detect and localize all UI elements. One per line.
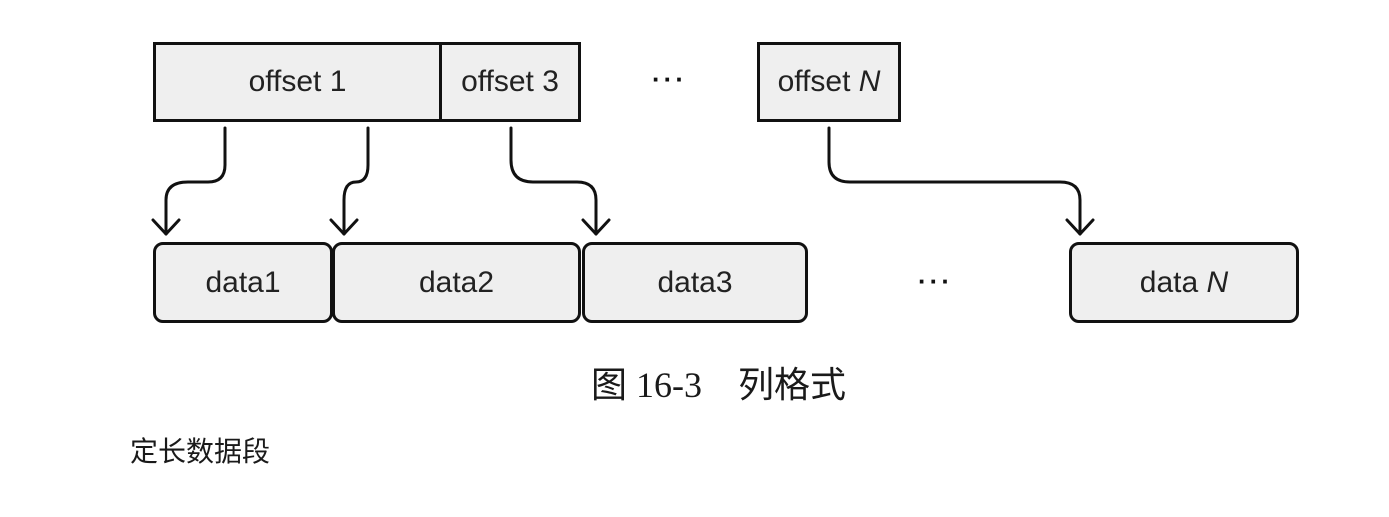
offset-box-n-label: offset N <box>778 65 881 99</box>
offset-box-3: offset 3 <box>439 42 581 122</box>
figure-number: 图 16-3 <box>590 365 702 405</box>
arrow-offsetN-to-dataN <box>827 126 1095 236</box>
figure-title: 列格式 <box>737 365 846 405</box>
arrow-offset3-to-data3 <box>509 126 611 236</box>
column-format-diagram: offset 1 offset 3 ··· offset N data1 dat… <box>0 0 1389 340</box>
data-box-2-label: data2 <box>418 265 495 299</box>
data-ellipsis: ··· <box>918 266 953 296</box>
data-box-n: data N <box>1069 242 1299 323</box>
data-box-n-variable: N <box>1206 265 1229 299</box>
data-box-1: data1 <box>153 242 333 323</box>
offset-box-1: offset 1 <box>153 42 442 122</box>
offset-ellipsis: ··· <box>652 64 687 94</box>
arrow-offset1-to-data1 <box>151 126 227 236</box>
offset-box-3-label: offset 3 <box>461 65 559 98</box>
data-box-2: data2 <box>332 242 581 323</box>
offset-box-n-text: offset <box>777 65 859 98</box>
data-box-3-label: data3 <box>657 265 733 299</box>
data-box-n-text: data <box>1139 265 1207 299</box>
data-box-1-label: data1 <box>205 265 281 299</box>
figure-caption: 图 16-3 列格式 <box>0 356 1389 408</box>
data-box-n-label: data N <box>1140 266 1228 300</box>
arrow-offset1-to-data2 <box>329 126 370 236</box>
data-box-3: data3 <box>582 242 808 323</box>
offset-box-1-label: offset 1 <box>248 65 347 98</box>
offset-box-n-variable: N <box>858 65 881 98</box>
offset-box-n: offset N <box>757 42 901 122</box>
section-heading: 定长数据段 <box>130 435 271 468</box>
